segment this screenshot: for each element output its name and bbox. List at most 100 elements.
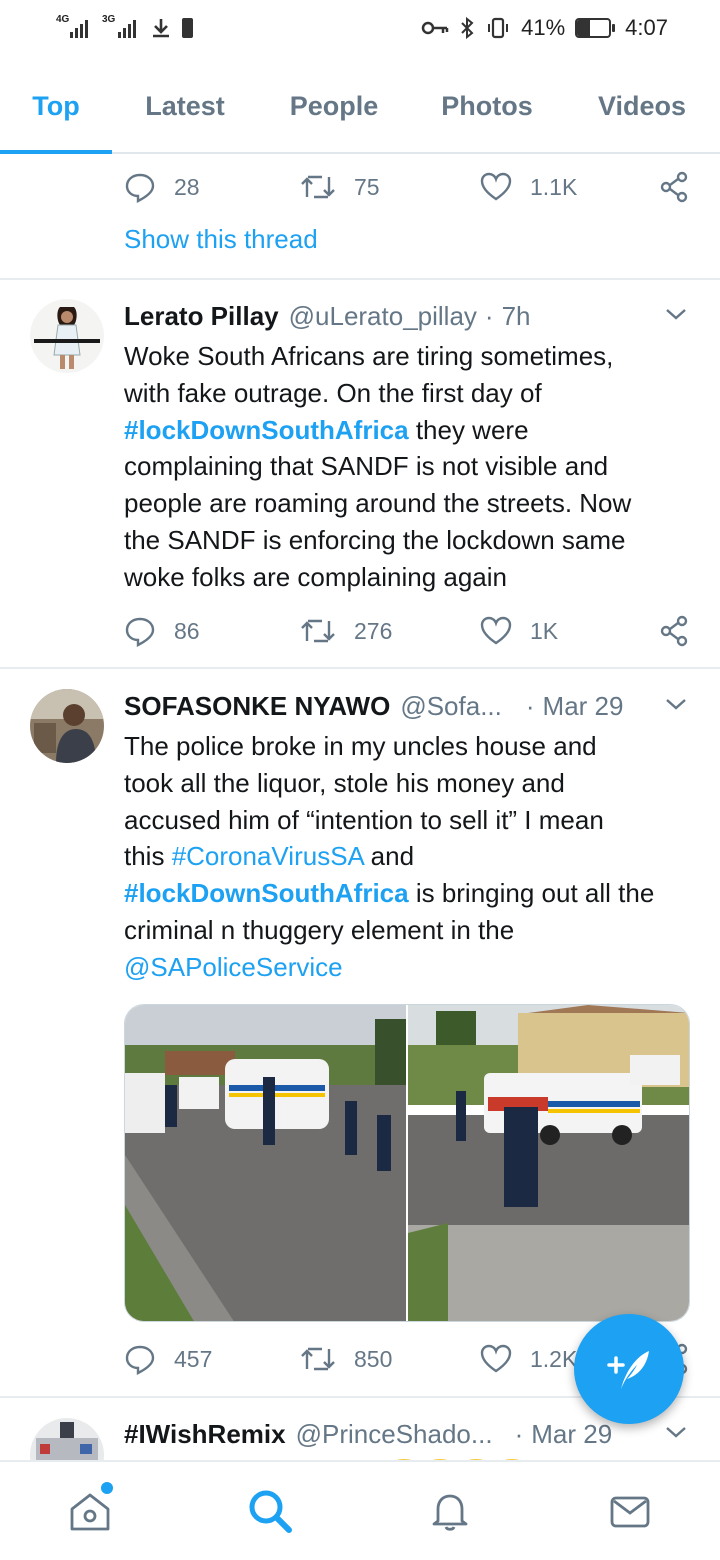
divider bbox=[0, 667, 720, 669]
reply-icon bbox=[125, 617, 155, 647]
clock: 4:07 bbox=[625, 15, 668, 40]
tweet-text-line: criminal n thuggery element in the bbox=[124, 914, 515, 945]
share-icon bbox=[660, 171, 688, 203]
battery-icon bbox=[575, 18, 616, 38]
retweet-icon bbox=[301, 619, 335, 643]
nav-messages[interactable] bbox=[585, 1466, 675, 1556]
author-handle: @PrinceShado... bbox=[295, 1418, 493, 1449]
share-button[interactable] bbox=[658, 171, 690, 203]
tab-videos[interactable]: Videos bbox=[564, 60, 720, 152]
bottom-navigation bbox=[0, 1460, 720, 1560]
compose-tweet-button[interactable] bbox=[574, 1314, 684, 1424]
tweet-text-line: and bbox=[363, 841, 415, 872]
tweet-feed: 28 75 1.1K Show this thread Lerato Pilla… bbox=[0, 156, 720, 1460]
hashtag-link[interactable]: #lockDownSouthAfrica bbox=[124, 415, 409, 445]
hashtag-link[interactable]: #lockDownSouthAfrica bbox=[124, 878, 409, 908]
key-icon bbox=[421, 21, 449, 35]
vibrate-icon bbox=[488, 17, 509, 39]
tweet-text-line: woke folks are complaining again bbox=[124, 561, 507, 592]
compose-icon bbox=[607, 1351, 649, 1389]
show-thread-link[interactable]: Show this thread bbox=[124, 224, 318, 255]
tweet-text-line: people are roaming around the streets. N… bbox=[124, 488, 632, 519]
tweet-text-line: this bbox=[124, 841, 172, 872]
reply-count: 457 bbox=[174, 1345, 213, 1372]
tweet-actions: 86 276 1K bbox=[124, 611, 694, 651]
tweet-text-line: complaining that SANDF is not visible an… bbox=[124, 451, 609, 482]
nav-search[interactable] bbox=[225, 1466, 315, 1556]
separator: · bbox=[484, 300, 494, 331]
retweet-button[interactable]: 75 bbox=[300, 171, 480, 203]
home-icon bbox=[70, 1493, 110, 1531]
signal-3g-icon: 3G bbox=[102, 14, 140, 38]
tweet-text-line: is bringing out all the bbox=[408, 878, 655, 909]
separator: · bbox=[514, 1418, 524, 1449]
author-name[interactable]: SOFASONKE NYAWO bbox=[124, 691, 390, 722]
media-image[interactable] bbox=[408, 1005, 689, 1321]
reply-icon bbox=[125, 173, 155, 203]
like-button[interactable]: 1.1K bbox=[480, 172, 658, 202]
tweet-text: Woke South Africans are tiring sometimes… bbox=[124, 338, 696, 596]
avatar[interactable] bbox=[30, 1418, 104, 1460]
chevron-down-icon[interactable] bbox=[664, 1420, 688, 1444]
tweet-time: 7h bbox=[501, 300, 531, 331]
tweet-header: #IWishRemix @PrinceShado... · Mar 29 bbox=[124, 1414, 690, 1454]
alert-icon bbox=[182, 18, 193, 38]
tweet-text-line: Woke South Africans are tiring sometimes… bbox=[124, 341, 614, 371]
bluetooth-icon bbox=[461, 16, 474, 40]
tweet-text-line: accused him of “intention to sell it” I … bbox=[124, 804, 604, 835]
author-name[interactable]: Lerato Pillay bbox=[124, 301, 279, 332]
nav-home[interactable] bbox=[45, 1466, 135, 1556]
tweet-text-line: with fake outrage. On the first day of bbox=[124, 377, 542, 408]
tab-latest[interactable]: Latest bbox=[112, 60, 258, 152]
nav-notifications[interactable] bbox=[405, 1466, 495, 1556]
chevron-down-icon[interactable] bbox=[664, 302, 688, 326]
network-type-1: 4G bbox=[56, 14, 70, 25]
status-bar: 4G 3G 41% 4:07 bbox=[0, 0, 720, 56]
share-button[interactable] bbox=[658, 615, 690, 647]
separator: · bbox=[525, 690, 535, 721]
divider bbox=[0, 278, 720, 280]
reply-button[interactable]: 28 bbox=[124, 171, 300, 203]
search-icon bbox=[249, 1490, 292, 1533]
mention-link[interactable]: @SAPoliceService bbox=[124, 949, 696, 986]
author-handle: @uLerato_pillay bbox=[288, 300, 477, 331]
search-tabs: Top Latest People Photos Videos bbox=[0, 60, 720, 154]
heart-icon bbox=[480, 616, 512, 645]
author-handle: @Sofa... bbox=[400, 690, 502, 721]
tweet-time: Mar 29 bbox=[531, 1418, 613, 1449]
tab-top[interactable]: Top bbox=[0, 60, 112, 154]
tweet-time: Mar 29 bbox=[542, 690, 624, 721]
network-type-2: 3G bbox=[102, 14, 116, 25]
tab-people[interactable]: People bbox=[258, 60, 410, 152]
media-image[interactable] bbox=[125, 1005, 406, 1321]
heart-icon bbox=[480, 1344, 512, 1373]
heart-icon bbox=[480, 172, 512, 201]
tweet-text-line: the SANDF is enforcing the lockdown same bbox=[124, 524, 626, 555]
tweet-text-line: took all the liquor, stole his money and bbox=[124, 767, 565, 798]
bell-icon bbox=[432, 1494, 468, 1531]
retweet-button[interactable]: 276 bbox=[300, 615, 480, 647]
tweet-text-line: they were bbox=[408, 414, 529, 445]
reply-count: 86 bbox=[174, 617, 200, 644]
avatar[interactable] bbox=[30, 689, 104, 763]
hashtag-link[interactable]: #CoronaVirusSA bbox=[172, 841, 364, 871]
author-name[interactable]: #IWishRemix bbox=[124, 1419, 286, 1450]
tweet-text: The police broke in my uncles house and … bbox=[124, 728, 696, 986]
retweet-button[interactable]: 850 bbox=[300, 1343, 480, 1375]
share-icon bbox=[660, 615, 688, 647]
chevron-down-icon[interactable] bbox=[664, 692, 688, 716]
reply-button[interactable]: 457 bbox=[124, 1343, 300, 1375]
reply-count: 28 bbox=[174, 173, 200, 200]
like-count: 1.1K bbox=[530, 173, 578, 200]
like-button[interactable]: 1K bbox=[480, 616, 658, 646]
like-count: 1.2K bbox=[530, 1345, 578, 1372]
reply-button[interactable]: 86 bbox=[124, 615, 300, 647]
tweet-media bbox=[124, 1004, 690, 1322]
battery-percent: 41% bbox=[521, 15, 566, 40]
retweet-count: 75 bbox=[354, 173, 380, 200]
retweet-count: 276 bbox=[354, 617, 393, 644]
mail-icon bbox=[610, 1496, 650, 1528]
avatar[interactable] bbox=[30, 299, 104, 373]
retweet-icon bbox=[301, 175, 335, 199]
tab-photos[interactable]: Photos bbox=[410, 60, 564, 152]
